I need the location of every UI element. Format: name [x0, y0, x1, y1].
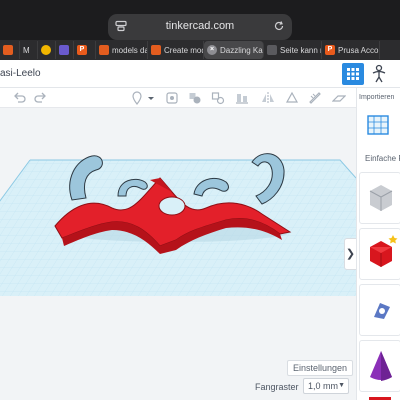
tab-9[interactable]: P Prusa Acco... — [322, 41, 380, 59]
tab-label: Create mod... — [164, 45, 203, 55]
favicon-icon — [59, 45, 69, 55]
sim-lab-button[interactable] — [368, 63, 390, 85]
workplane-grid[interactable] — [0, 108, 356, 400]
favicon-icon: P — [325, 45, 335, 55]
chevron-down-icon: ▼ — [338, 382, 345, 389]
grid-box-icon — [367, 115, 389, 135]
favicon-icon — [151, 45, 161, 55]
url-text: tinkercad.com — [165, 20, 235, 32]
tab-4[interactable]: P — [74, 41, 96, 59]
3d-view-button[interactable] — [342, 63, 364, 85]
tab-8[interactable]: Seite kann n... — [264, 41, 322, 59]
tab-label: models dat... — [112, 45, 147, 55]
tab-0[interactable] — [0, 41, 20, 59]
snap-grid-select[interactable]: 1,0 mm ▼ — [303, 378, 349, 394]
grid-view-icon — [347, 68, 359, 80]
workplane-icon[interactable] — [332, 91, 346, 105]
link-icon — [267, 45, 277, 55]
address-bar[interactable]: tinkercad.com — [108, 14, 292, 40]
tab-strip: M P models dat... Create mod... × Dazzli… — [0, 40, 400, 60]
redo-icon[interactable] — [34, 91, 48, 105]
purple-cone-icon — [370, 351, 392, 381]
box-hole-icon — [369, 185, 393, 211]
mirror-icon[interactable] — [261, 91, 275, 105]
group-icon[interactable] — [188, 91, 202, 105]
snap-grid-label: Fangraster — [255, 382, 299, 392]
browser-toolbar: tinkercad.com — [0, 0, 400, 40]
favicon-icon: P — [77, 45, 87, 55]
scribble-icon — [374, 303, 390, 319]
favicon-icon — [99, 45, 109, 55]
shape-next[interactable] — [359, 392, 400, 400]
note-pin-icon[interactable] — [130, 91, 144, 105]
ruler-icon[interactable] — [308, 91, 322, 105]
star-icon — [388, 235, 398, 244]
import-button[interactable]: Importieren — [359, 94, 394, 101]
person-icon — [372, 64, 386, 83]
edit-toolbar — [0, 88, 356, 108]
cruise-icon[interactable] — [285, 91, 299, 105]
tab-1[interactable]: M — [20, 41, 38, 59]
settings-button[interactable]: Einstellungen — [287, 360, 354, 376]
shape-box[interactable] — [359, 228, 400, 280]
tab-2[interactable] — [38, 41, 56, 59]
chevron-down-icon[interactable] — [147, 91, 155, 105]
align-icon[interactable] — [235, 91, 249, 105]
red-shape-icon — [369, 397, 391, 400]
shape-box-hole[interactable] — [359, 172, 400, 224]
tab-label: M — [23, 45, 30, 55]
shapes-library-tile[interactable] — [359, 106, 400, 146]
tab-label: Prusa Acco... — [338, 45, 379, 55]
shape-scribble[interactable] — [359, 284, 400, 336]
favicon-icon — [3, 45, 13, 55]
tab-5[interactable]: models dat... — [96, 41, 148, 59]
reload-icon[interactable] — [273, 20, 285, 32]
shape-cone[interactable] — [359, 340, 400, 392]
view-toggle-icon[interactable] — [165, 91, 179, 105]
app-header: asi-Leelo — [0, 60, 400, 88]
tab-label: Dazzling Ka... — [220, 45, 263, 55]
shape-category-label[interactable]: Einfache Fo — [365, 154, 400, 163]
3d-viewport[interactable]: Einstellungen Fangraster 1,0 mm ▼ — [0, 108, 356, 400]
tab-6[interactable]: Create mod... — [148, 41, 204, 59]
ungroup-icon[interactable] — [211, 91, 225, 105]
snap-grid-value: 1,0 mm — [308, 381, 339, 391]
chevron-right-icon: ❯ — [345, 248, 356, 260]
favicon-icon — [41, 45, 51, 55]
tab-3[interactable] — [56, 41, 74, 59]
panel-collapse-toggle[interactable]: ❯ — [344, 238, 356, 270]
tab-label: Seite kann n... — [280, 45, 321, 55]
tab-7-active[interactable]: × Dazzling Ka... — [204, 41, 264, 59]
shapes-panel: Importieren Einfache Fo — [356, 88, 400, 400]
document-title[interactable]: asi-Leelo — [0, 68, 41, 79]
red-box-icon — [370, 235, 398, 267]
undo-icon[interactable] — [12, 91, 26, 105]
close-icon[interactable]: × — [207, 45, 217, 55]
